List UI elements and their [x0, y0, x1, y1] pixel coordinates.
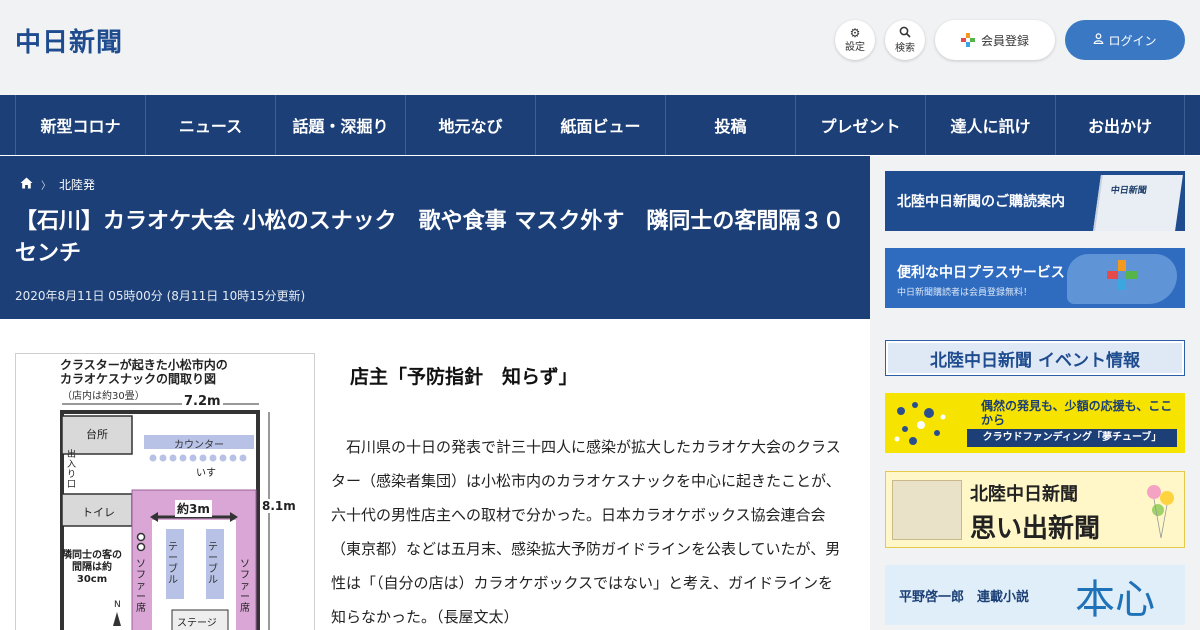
table-label-left: テーブル [168, 542, 178, 586]
search-icon [885, 26, 925, 41]
crowdfunding-sub: クラウドファンディング「夢チューブ」 [967, 429, 1177, 447]
gear-icon: ⚙ [849, 26, 861, 40]
counter-label: カウンター [174, 440, 224, 451]
crowdfunding-banner[interactable]: 偶然の発見も、少額の応援も、ここから クラウドファンディング「夢チューブ」 [885, 393, 1185, 453]
breadcrumb-current[interactable]: 北陸発 [59, 176, 95, 193]
event-info-banner[interactable]: 北陸中日新聞 イベント情報 [885, 340, 1185, 376]
table-label-right: テーブル [208, 542, 218, 586]
nav-item-outing[interactable]: お出かけ [1055, 95, 1185, 155]
chunichi-plus-sub: 中日新聞購読者は会員登録無料！ [897, 288, 1033, 298]
sidebar: 北陸中日新聞のご購読案内 中日新聞 便利な中日プラスサービス 中日新聞購読者は会… [870, 156, 1200, 630]
sofa-label-right: ソファー席 [240, 559, 250, 614]
article-title: 【石川】カラオケ大会 小松のスナック 歌や食事 マスク外す 隣同士の客間隔３０セ… [15, 209, 845, 266]
chairs-label: いす [196, 468, 216, 479]
nav-item-experts[interactable]: 達人に訊け [925, 95, 1055, 155]
depth-label: 8.1m [262, 499, 296, 513]
building-illustration [892, 480, 962, 540]
floor-plan-image[interactable]: クラスターが起きた小松市内の カラオケスナックの間取り図 （店内は約30畳） 7… [15, 353, 315, 630]
article-body: 石川県の十日の発表で計三十四人に感染が拡大したカラオケ大会のクラスター（感染者集… [331, 438, 841, 626]
subscription-banner-text: 北陸中日新聞のご購読案内 [897, 194, 1065, 210]
figure-note: （店内は約30畳） [62, 391, 145, 402]
sofa-label-left: ソファー席 [136, 559, 146, 614]
novel-author: 平野啓一郎 連載小説 [899, 590, 1030, 605]
memories-paper-banner[interactable]: 北陸中日新聞 思い出新聞 [885, 471, 1185, 548]
plus-logo-icon [1107, 260, 1137, 290]
nav-item-corona[interactable]: 新型コロナ [15, 95, 145, 155]
spacing-note: 隣同士の客の間隔は約30cm [62, 550, 122, 585]
novel-title: 本心 [1075, 577, 1155, 623]
login-label: ログイン [1108, 33, 1157, 48]
nav-item-post[interactable]: 投稿 [665, 95, 795, 155]
settings-button[interactable]: ⚙ 設定 [835, 20, 875, 60]
novel-banner[interactable]: 平野啓一郎 連載小説 本心 [885, 565, 1185, 625]
login-button[interactable]: ログイン [1065, 20, 1185, 60]
register-button[interactable]: 会員登録 [935, 20, 1055, 60]
search-button[interactable]: 検索 [885, 20, 925, 60]
figure-title: クラスターが起きた小松市内の カラオケスナックの間取り図 [60, 358, 228, 386]
north-label: N [114, 600, 121, 610]
home-icon[interactable] [20, 177, 33, 193]
stage-label: ステージ [177, 618, 217, 629]
memories-paper-sub: 思い出新聞 [970, 514, 1101, 544]
article-date: 2020年8月11日 05時00分 (8月11日 10時15分更新) [15, 289, 306, 303]
breadcrumb: 〉 北陸発 [20, 176, 95, 193]
nav-item-news[interactable]: ニュース [145, 95, 275, 155]
nav-item-present[interactable]: プレゼント [795, 95, 925, 155]
site-header: 中日新聞 ⚙ 設定 検索 会員登録 ログイン [0, 0, 1200, 95]
chevron-right-icon: 〉 [41, 181, 51, 192]
plus-logo-icon [960, 33, 975, 47]
subscription-banner[interactable]: 北陸中日新聞のご購読案内 中日新聞 [885, 171, 1185, 231]
toilet-label: トイレ [82, 506, 115, 519]
floor-plan-drawing [60, 403, 270, 630]
entrance-label: 出入り口 [67, 450, 77, 490]
memories-paper-title: 北陸中日新聞 [970, 484, 1078, 505]
kitchen-label: 台所 [86, 428, 108, 441]
nav-item-local[interactable]: 地元なび [405, 95, 535, 155]
event-info-text: 北陸中日新聞 イベント情報 [930, 350, 1140, 371]
settings-label: 設定 [845, 42, 865, 53]
article-subhead: 店主「予防指針 知らず」 [350, 366, 578, 388]
main-nav: 新型コロナ ニュース 話題・深掘り 地元なび 紙面ビュー 投稿 プレゼント 達人… [0, 95, 1200, 155]
chunichi-plus-title: 便利な中日プラスサービス [897, 265, 1065, 281]
chunichi-plus-banner[interactable]: 便利な中日プラスサービス 中日新聞購読者は会員登録無料！ [885, 248, 1185, 308]
newspaper-image: 中日新聞 [1093, 175, 1183, 231]
nav-item-paper-view[interactable]: 紙面ビュー [535, 95, 665, 155]
article-header: 〉 北陸発 【石川】カラオケ大会 小松のスナック 歌や食事 マスク外す 隣同士の… [0, 156, 870, 319]
dots-graphic [894, 402, 946, 445]
balloons-illustration [1147, 485, 1174, 539]
width-label: 7.2m [182, 394, 223, 409]
user-icon [1093, 33, 1104, 47]
register-label: 会員登録 [980, 33, 1029, 48]
nav-item-topics[interactable]: 話題・深掘り [275, 95, 405, 155]
site-logo[interactable]: 中日新聞 [15, 22, 123, 59]
crowdfunding-title: 偶然の発見も、少額の応援も、ここから [981, 399, 1173, 427]
span-label: 約3m [175, 500, 212, 517]
search-label: 検索 [895, 43, 915, 54]
